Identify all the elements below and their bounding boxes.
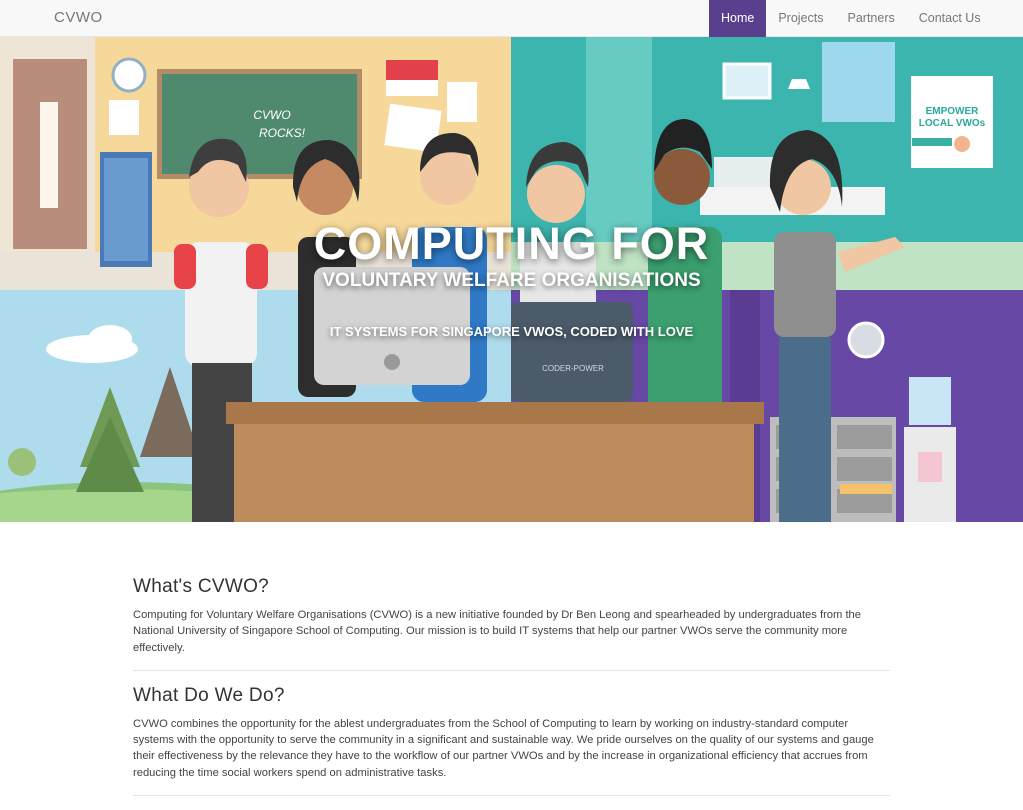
hero-title: COMPUTING FOR xyxy=(313,218,710,269)
main-nav: Home Projects Partners Contact Us xyxy=(709,0,993,37)
hero-text: COMPUTING FOR VOLUNTARY WELFARE ORGANISA… xyxy=(0,37,1023,522)
nav-item-home: Home xyxy=(709,0,767,37)
nav-item-contact: Contact Us xyxy=(907,0,993,37)
section-heading: What Do We Do? xyxy=(133,684,285,706)
section-body: Computing for Voluntary Welfare Organisa… xyxy=(133,609,862,654)
section-what-is-cvwo: What's CVWO? Computing for Voluntary Wel… xyxy=(133,576,890,671)
brand-logo[interactable]: CVWO xyxy=(54,9,103,26)
main-content: What's CVWO? Computing for Voluntary Wel… xyxy=(133,576,890,810)
nav-link-contact[interactable]: Contact Us xyxy=(907,0,993,37)
hero-subtitle: VOLUNTARY WELFARE ORGANISATIONS xyxy=(322,270,701,291)
nav-link-home[interactable]: Home xyxy=(709,0,767,37)
section-what-do-we-do: What Do We Do? CVWO combines the opportu… xyxy=(133,684,890,797)
nav-link-projects[interactable]: Projects xyxy=(766,0,835,37)
nav-item-projects: Projects xyxy=(766,0,835,37)
hero-banner: CVWO ROCKS! EMPOWER LOCAL VWOs CODER-POW… xyxy=(0,37,1023,522)
section-heading: What's CVWO? xyxy=(133,576,270,597)
section-body: CVWO combines the opportunity for the ab… xyxy=(133,717,874,779)
nav-item-partners: Partners xyxy=(836,0,907,37)
top-navbar: CVWO Home Projects Partners Contact Us xyxy=(0,0,1023,37)
hero-tagline: IT SYSTEMS FOR SINGAPORE VWOS, CODED WIT… xyxy=(329,324,694,339)
nav-link-partners[interactable]: Partners xyxy=(836,0,907,37)
